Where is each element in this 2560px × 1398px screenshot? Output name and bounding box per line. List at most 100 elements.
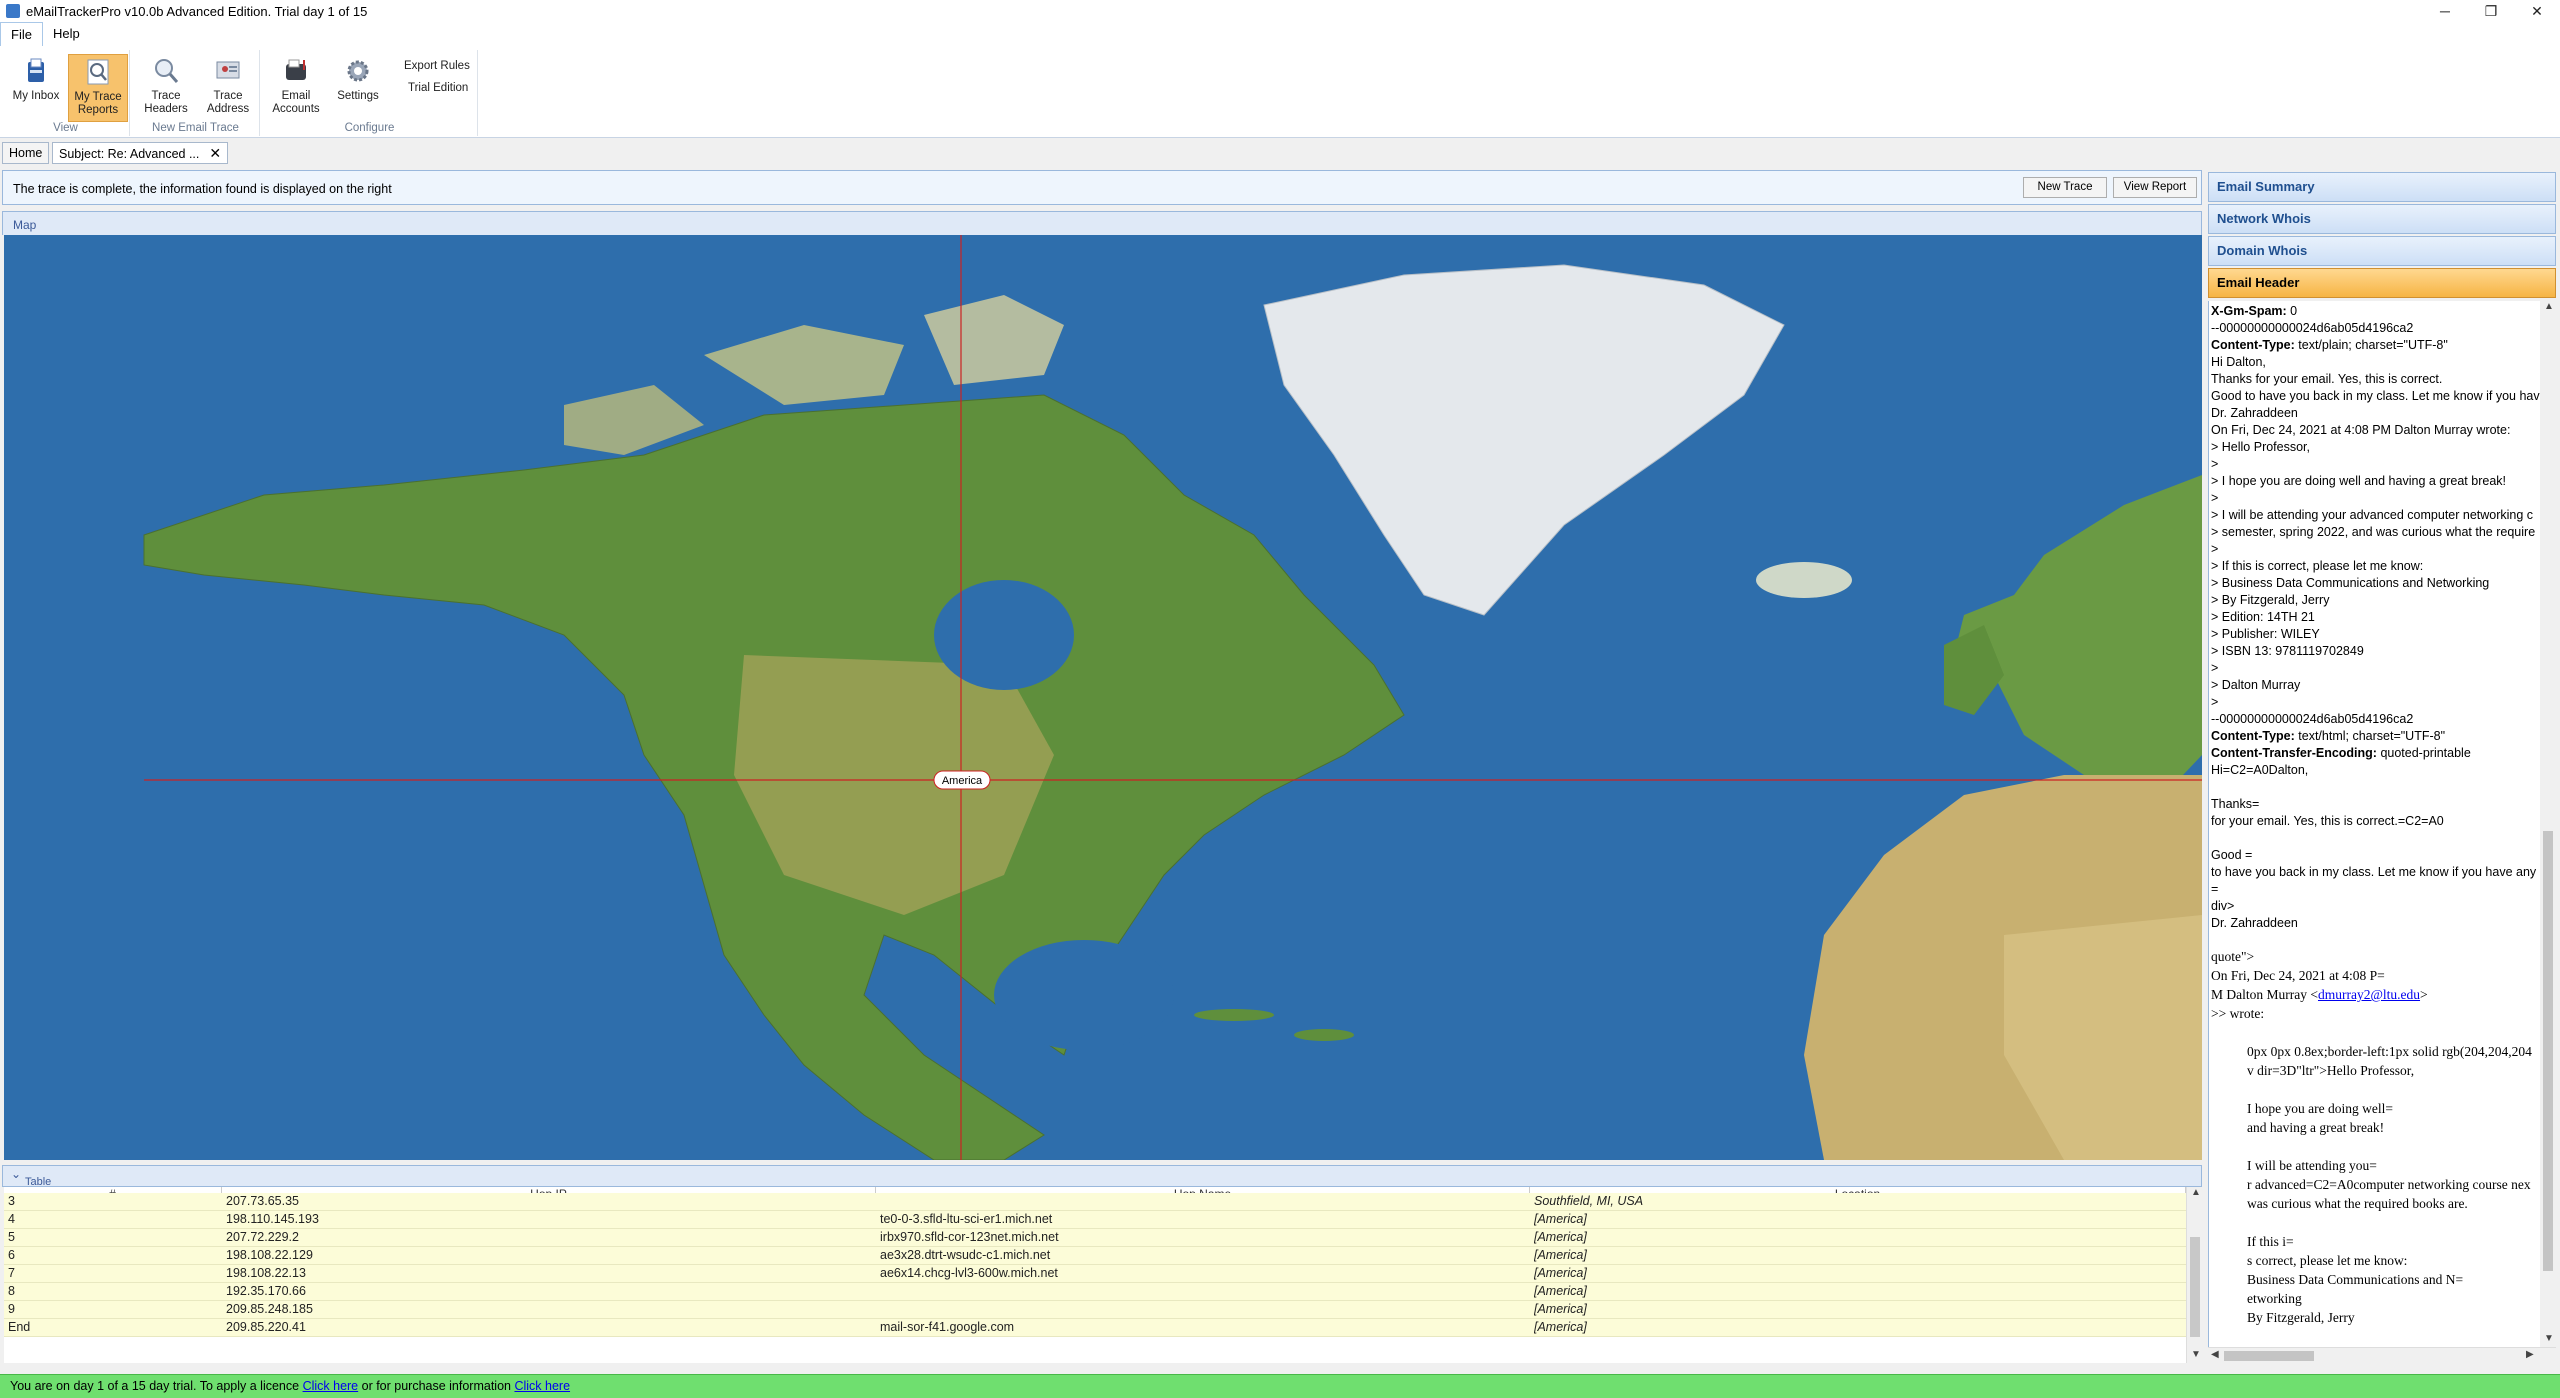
- table-section-header[interactable]: ⌄ Table: [2, 1165, 2202, 1188]
- map-label: Map: [13, 218, 37, 232]
- html-body-line: I hope you are doing well=: [2247, 1101, 2393, 1116]
- email-accounts-button[interactable]: Email Accounts: [266, 54, 326, 122]
- scroll-left-icon[interactable]: ◀: [2211, 1349, 2219, 1360]
- table-cell-loc: [America]: [1534, 1230, 1587, 1244]
- header-line: --00000000000024d6ab05d4196ca2: [2211, 711, 2413, 728]
- header-line: > Edition: 14TH 21: [2211, 609, 2315, 626]
- menu-file[interactable]: File: [0, 22, 43, 46]
- html-body-line: quote">: [2211, 949, 2255, 964]
- trial-edition-button[interactable]: Trial Edition: [408, 82, 468, 94]
- trace-headers-button[interactable]: Trace Headers: [136, 54, 196, 122]
- table-row[interactable]: 6 198.108.22.129 ae3x28.dtrt-wsudc-c1.mich…: [4, 1247, 2186, 1265]
- email-summary-section[interactable]: Email Summary: [2208, 172, 2556, 202]
- scroll-thumb[interactable]: [2224, 1351, 2314, 1361]
- world-map: America: [4, 235, 2202, 1160]
- email-link[interactable]: dmurray2@ltu.edu: [2318, 987, 2420, 1002]
- scroll-down-icon[interactable]: ▼: [2191, 1349, 2201, 1360]
- address-icon: [213, 56, 243, 86]
- scroll-thumb[interactable]: [2190, 1237, 2200, 1337]
- header-field-value: >: [2211, 491, 2219, 505]
- header-field-name: Content-Transfer-Encoding:: [2211, 746, 2377, 760]
- domain-whois-section[interactable]: Domain Whois: [2208, 236, 2556, 266]
- html-body-line: If this i=: [2247, 1234, 2294, 1249]
- menu-help[interactable]: Help: [43, 22, 90, 46]
- ribbon-group-label: Configure: [344, 122, 395, 134]
- trace-report-icon: [83, 57, 113, 87]
- header-line: div>: [2211, 898, 2234, 915]
- new-trace-button[interactable]: New Trace: [2023, 177, 2107, 198]
- table-cell-n: End: [8, 1320, 31, 1334]
- email-header-section[interactable]: Email Header: [2208, 268, 2556, 298]
- purchase-link[interactable]: Click here: [514, 1379, 570, 1393]
- minimize-button[interactable]: ─: [2422, 0, 2468, 22]
- close-tab-icon[interactable]: ✕: [209, 145, 221, 161]
- header-line: Thanks=: [2211, 796, 2259, 813]
- mailbox-icon: [281, 56, 311, 86]
- document-tabs: Home Subject: Re: Advanced ... ✕: [0, 140, 2200, 164]
- table-row[interactable]: 5 207.72.229.2 irbx970.sfld-cor-123net.mic…: [4, 1229, 2186, 1247]
- magnifier-icon: [151, 56, 181, 86]
- table-cell-ip: 198.108.22.13: [226, 1266, 306, 1280]
- scroll-up-icon[interactable]: ▲: [2191, 1187, 2201, 1198]
- table-row[interactable]: 7 198.108.22.13 ae6x14.chcg-lvl3-600w.mich…: [4, 1265, 2186, 1283]
- html-body-line: Business Data Communications and N=: [2247, 1272, 2464, 1287]
- table-row[interactable]: 9 209.85.248.185 [America]: [4, 1301, 2186, 1319]
- table-cell-name: mail-sor-f41.google.com: [880, 1320, 1015, 1334]
- html-body-line: By Fitzgerald, Jerry: [2247, 1310, 2355, 1325]
- table-row[interactable]: End 209.85.220.41 mail-sor-f41.google.com […: [4, 1319, 2186, 1337]
- header-line: > Dalton Murray: [2211, 677, 2300, 694]
- my-trace-reports-button[interactable]: My Trace Reports: [68, 54, 128, 122]
- header-line: Good =: [2211, 847, 2252, 864]
- header-field-value: --00000000000024d6ab05d4196ca2: [2211, 321, 2414, 335]
- header-field-value: >: [2211, 695, 2219, 709]
- table-row[interactable]: 4 198.110.145.193 te0-0-3.sfld-ltu-sci-er1…: [4, 1211, 2186, 1229]
- view-report-button[interactable]: View Report: [2113, 177, 2197, 198]
- ribbon-group-new-trace: Trace Headers Trace Address New Email Tr…: [132, 50, 260, 136]
- header-field-value: --00000000000024d6ab05d4196ca2: [2211, 712, 2414, 726]
- export-rules-button[interactable]: Export Rules: [404, 60, 470, 72]
- tab-home[interactable]: Home: [2, 142, 50, 164]
- trace-status-text: The trace is complete, the information f…: [13, 182, 392, 196]
- table-cell-ip: 207.72.229.2: [226, 1230, 299, 1244]
- header-vertical-scrollbar[interactable]: ▲ ▼: [2540, 301, 2556, 1347]
- header-line: to have you back in my class. Let me kno…: [2211, 864, 2540, 881]
- header-field-value: Thanks for your email. Yes, this is corr…: [2211, 372, 2443, 386]
- header-line: >: [2211, 456, 2218, 473]
- html-body-line: r advanced=C2=A0computer networking cour…: [2247, 1177, 2531, 1192]
- tab-subject[interactable]: Subject: Re: Advanced ... ✕: [52, 142, 229, 164]
- my-inbox-button[interactable]: My Inbox: [6, 54, 66, 122]
- ribbon: My Inbox My Trace Reports View Trace Hea…: [0, 46, 2560, 138]
- table-row[interactable]: 3 207.73.65.35 Southfield, MI, USA: [4, 1193, 2186, 1211]
- scroll-up-icon[interactable]: ▲: [2544, 301, 2554, 312]
- scroll-thumb[interactable]: [2543, 831, 2553, 1271]
- header-field-value: Dr. Zahraddeen: [2211, 406, 2298, 420]
- table-cell-ip: 198.110.145.193: [226, 1212, 319, 1226]
- header-field-value: > If this is correct, please let me know…: [2211, 559, 2424, 573]
- collapse-icon[interactable]: ⌄: [11, 1167, 21, 1181]
- header-field-name: Content-Type:: [2211, 338, 2295, 352]
- header-field-value: 0: [2286, 304, 2298, 318]
- close-button[interactable]: ✕: [2514, 0, 2560, 22]
- trace-map[interactable]: America: [4, 235, 2202, 1160]
- header-line: > If this is correct, please let me know…: [2211, 558, 2423, 575]
- header-field-value: Good to have you back in my class. Let m…: [2211, 389, 2540, 403]
- ribbon-group-label: New Email Trace: [152, 122, 239, 134]
- html-body-line: I will be attending you=: [2247, 1158, 2377, 1173]
- network-whois-section[interactable]: Network Whois: [2208, 204, 2556, 234]
- scroll-right-icon[interactable]: ▶: [2526, 1349, 2534, 1360]
- settings-button[interactable]: Settings: [328, 54, 388, 122]
- table-cell-n: 3: [8, 1194, 15, 1208]
- menu-bar: File Help: [0, 22, 2560, 46]
- licence-link[interactable]: Click here: [303, 1379, 359, 1393]
- table-row[interactable]: 8 192.35.170.66 [America]: [4, 1283, 2186, 1301]
- restore-button[interactable]: ❐: [2468, 0, 2514, 22]
- header-line: > Hello Professor,: [2211, 439, 2310, 456]
- ribbon-group-label: View: [53, 122, 78, 134]
- header-field-value: > semester, spring 2022, and was curious…: [2211, 525, 2536, 539]
- table-scrollbar[interactable]: ▲ ▼: [2186, 1187, 2202, 1363]
- scroll-down-icon[interactable]: ▼: [2544, 1333, 2554, 1344]
- header-horizontal-scrollbar[interactable]: ◀ ▶: [2208, 1347, 2556, 1363]
- trace-address-button[interactable]: Trace Address: [198, 54, 258, 122]
- header-field-value: > Edition: 14TH 21: [2211, 610, 2315, 624]
- header-line: > semester, spring 2022, and was curious…: [2211, 524, 2535, 541]
